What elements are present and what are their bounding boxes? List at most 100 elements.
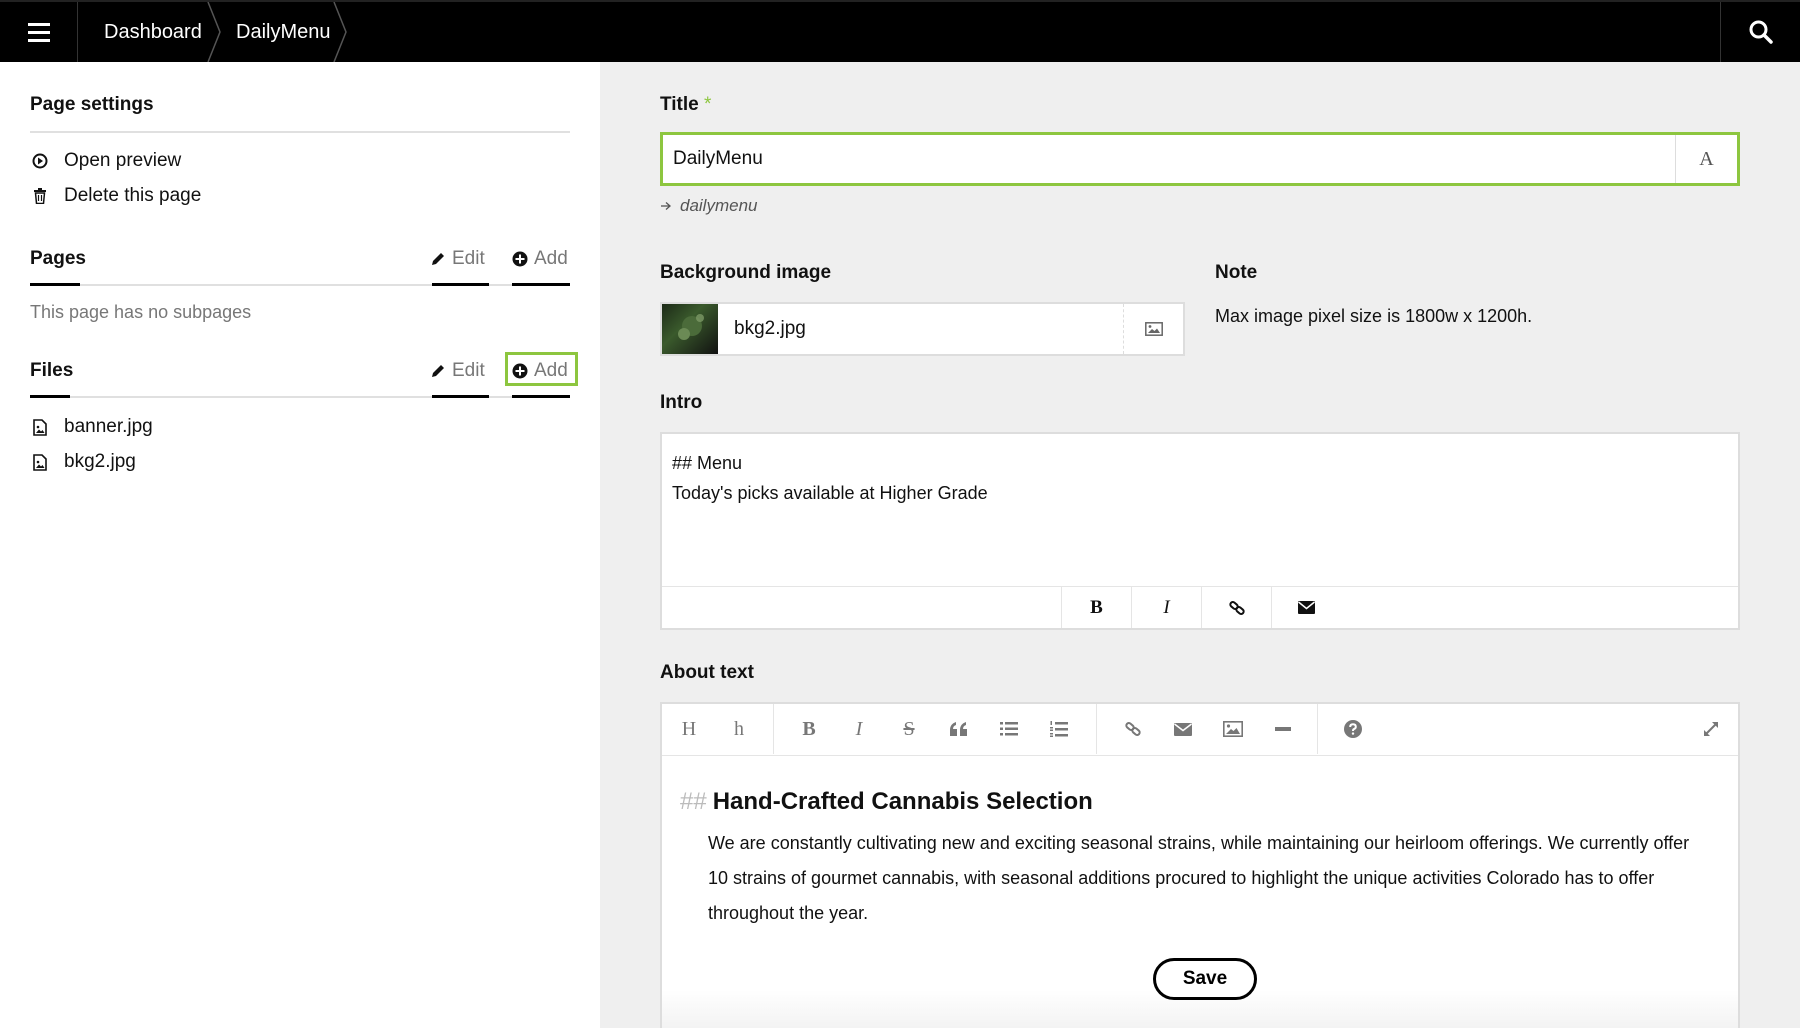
bold-button[interactable]: B — [1061, 587, 1131, 628]
divider — [773, 704, 774, 754]
intro-content[interactable]: ## Menu Today's picks available at Highe… — [672, 448, 988, 508]
heading-large-button[interactable]: H — [664, 704, 714, 754]
main-form: Title * A dailymenu Background image bkg… — [600, 62, 1800, 1028]
about-toolbar: H h B I S — [662, 704, 1738, 756]
link-button[interactable] — [1108, 704, 1158, 754]
email-icon — [1174, 722, 1192, 736]
arrow-right-icon — [661, 202, 671, 210]
title-label: Title * — [660, 94, 711, 116]
numbered-list-button[interactable] — [1034, 704, 1084, 754]
intro-label: Intro — [660, 392, 703, 413]
expand-icon — [1704, 722, 1718, 736]
about-label: About text — [660, 662, 754, 683]
font-icon[interactable]: A — [1675, 135, 1737, 183]
email-button[interactable] — [1271, 587, 1341, 628]
divider — [1317, 704, 1318, 754]
quote-button[interactable] — [934, 704, 984, 754]
background-image-label: Background image — [660, 262, 832, 283]
file-name: banner.jpg — [64, 416, 153, 437]
image-icon — [1223, 721, 1243, 737]
breadcrumb-separator-icon — [333, 2, 347, 62]
image-button[interactable] — [1208, 704, 1258, 754]
required-mark: * — [704, 94, 712, 115]
menu-button[interactable] — [0, 2, 78, 62]
breadcrumb-dailymenu[interactable]: DailyMenu — [236, 2, 330, 62]
link-icon — [1125, 722, 1141, 736]
image-thumbnail — [662, 304, 718, 354]
about-paragraph: We are constantly cultivating new and ex… — [708, 833, 1690, 923]
divider — [30, 396, 570, 398]
heading-small-icon: h — [734, 717, 744, 740]
numbered-list-icon — [1050, 721, 1068, 737]
top-bar: Dashboard DailyMenu — [0, 0, 1800, 62]
pages-edit-button[interactable]: Edit — [430, 248, 485, 270]
save-button[interactable]: Save — [1153, 958, 1257, 1000]
open-preview-link[interactable]: Open preview — [30, 150, 181, 172]
file-item[interactable]: bkg2.jpg — [30, 451, 136, 473]
italic-button[interactable]: I — [1131, 587, 1201, 628]
search-button[interactable] — [1720, 2, 1800, 62]
trash-icon — [30, 188, 50, 204]
image-filename: bkg2.jpg — [734, 318, 806, 339]
files-add-label: Add — [534, 360, 568, 381]
divider — [30, 284, 570, 286]
add-circle-icon — [512, 363, 528, 379]
files-edit-underline — [432, 395, 489, 398]
files-heading-underline — [30, 395, 70, 398]
intro-editor[interactable]: ## Menu Today's picks available at Highe… — [660, 432, 1740, 630]
link-icon — [1228, 600, 1245, 615]
italic-icon: I — [855, 717, 863, 740]
files-add-button[interactable]: Add — [512, 360, 568, 382]
pencil-icon — [432, 253, 444, 265]
fullscreen-button[interactable] — [1686, 704, 1736, 754]
intro-line: Today's picks available at Higher Grade — [672, 483, 988, 503]
pencil-icon — [432, 365, 444, 377]
note-text: Max image pixel size is 1800w x 1200h. — [1215, 306, 1533, 326]
files-edit-button[interactable]: Edit — [430, 360, 485, 382]
image-picker-button[interactable] — [1123, 304, 1183, 354]
help-icon — [1344, 720, 1362, 738]
heading-small-button[interactable]: h — [714, 704, 764, 754]
divider — [1096, 704, 1097, 754]
image-file-icon — [30, 418, 50, 436]
search-icon — [1749, 20, 1773, 44]
help-button[interactable] — [1328, 704, 1378, 754]
image-file-icon — [30, 453, 50, 471]
strikethrough-button[interactable]: S — [884, 704, 934, 754]
horizontal-rule-icon — [1275, 727, 1291, 731]
title-field[interactable]: A — [660, 132, 1740, 186]
pages-add-button[interactable]: Add — [512, 248, 568, 270]
bold-icon: B — [1090, 596, 1103, 618]
about-heading: ## Hand-Crafted Cannabis Selection — [680, 788, 1093, 816]
horizontal-rule-button[interactable] — [1258, 704, 1308, 754]
email-button[interactable] — [1158, 704, 1208, 754]
delete-page-label: Delete this page — [64, 185, 202, 206]
heading-large-icon: H — [681, 717, 697, 740]
bullet-list-button[interactable] — [984, 704, 1034, 754]
italic-icon: I — [1163, 596, 1170, 618]
background-image-field[interactable]: bkg2.jpg — [660, 302, 1185, 356]
email-icon — [1298, 601, 1315, 614]
pages-add-label: Add — [534, 248, 568, 269]
intro-toolbar: B I — [662, 586, 1738, 628]
pages-add-underline — [512, 283, 570, 286]
open-preview-label: Open preview — [64, 150, 182, 171]
image-icon — [1144, 322, 1163, 336]
quote-icon — [950, 722, 967, 736]
link-button[interactable] — [1201, 587, 1271, 628]
heading-marker: ## — [680, 788, 707, 815]
bullet-list-icon — [1000, 722, 1018, 736]
bold-button[interactable]: B — [784, 704, 834, 754]
about-heading-text: Hand-Crafted Cannabis Selection — [712, 788, 1093, 815]
bold-icon: B — [802, 717, 816, 740]
strikethrough-icon: S — [903, 717, 915, 740]
italic-button[interactable]: I — [834, 704, 884, 754]
title-input[interactable] — [673, 135, 1653, 183]
file-item[interactable]: banner.jpg — [30, 416, 153, 438]
slug-text: dailymenu — [680, 196, 758, 215]
breadcrumb-dashboard[interactable]: Dashboard — [104, 2, 202, 62]
files-heading: Files — [30, 360, 74, 381]
files-edit-label: Edit — [452, 360, 485, 381]
files-add-underline — [512, 395, 570, 398]
delete-page-link[interactable]: Delete this page — [30, 185, 201, 207]
